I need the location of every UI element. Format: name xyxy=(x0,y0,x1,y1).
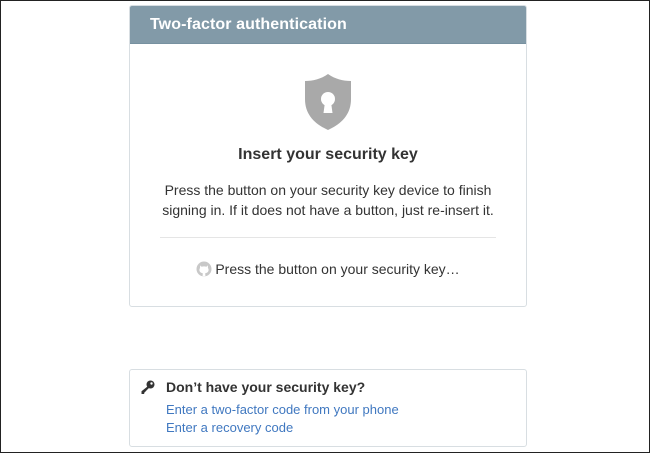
shield-keyhole-icon xyxy=(304,73,352,131)
waiting-status-text: Press the button on your security key… xyxy=(215,261,460,277)
security-key-heading: Insert your security key xyxy=(238,146,418,163)
octocat-icon xyxy=(196,261,212,280)
divider xyxy=(160,237,496,238)
two-factor-code-link[interactable]: Enter a two-factor code from your phone xyxy=(166,402,399,417)
card-header: Two-factor authentication xyxy=(130,6,526,44)
security-key-instructions: Press the button on your security key de… xyxy=(162,182,494,218)
key-icon xyxy=(140,379,156,395)
no-key-heading: Don’t have your security key? xyxy=(166,379,366,395)
waiting-status: Press the button on your security key… xyxy=(130,261,526,280)
card-header-title: Two-factor authentication xyxy=(150,16,347,33)
two-factor-card: Two-factor authentication Insert your se… xyxy=(129,5,527,307)
no-security-key-card: Don’t have your security key? Enter a tw… xyxy=(129,369,527,447)
recovery-code-link[interactable]: Enter a recovery code xyxy=(166,420,293,435)
